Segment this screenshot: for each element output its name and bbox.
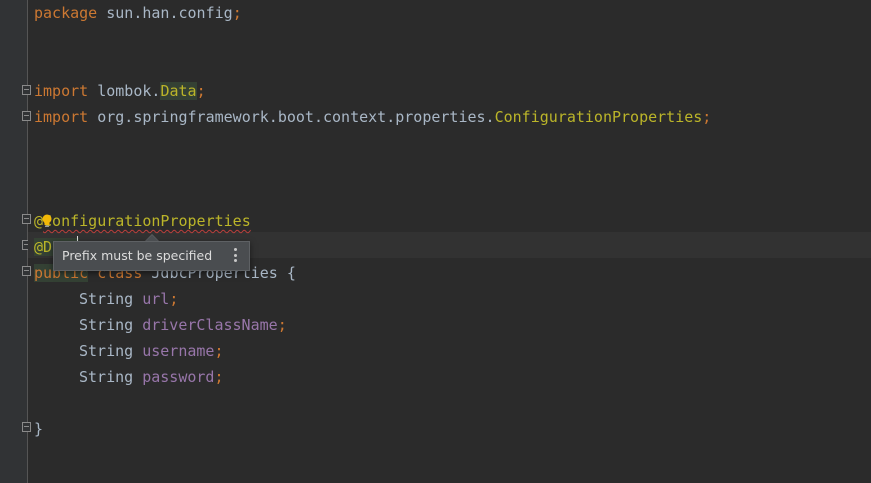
more-vertical-icon[interactable]: [230, 247, 240, 263]
tooltip-arrow-fill: [146, 235, 158, 241]
fold-marker-icon[interactable]: [22, 111, 31, 121]
lightbulb-icon[interactable]: [41, 214, 53, 228]
code-line-package[interactable]: package sun.han.config;: [34, 0, 242, 26]
fold-marker-icon[interactable]: [22, 422, 31, 432]
code-line-import-config[interactable]: import org.springframework.boot.context.…: [34, 104, 711, 130]
code-line-field-driver[interactable]: String driverClassName;: [79, 312, 287, 338]
code-line-annotation-config[interactable]: @ConfigurationProperties: [34, 208, 251, 234]
tooltip-message: Prefix must be specified: [62, 248, 213, 263]
code-line-import-lombok[interactable]: import lombok.Data;: [34, 78, 206, 104]
fold-marker-icon[interactable]: [22, 214, 31, 224]
code-line-field-username[interactable]: String username;: [79, 338, 224, 364]
code-line-field-url[interactable]: String url;: [79, 286, 178, 312]
code-line-close-brace[interactable]: }: [34, 416, 43, 442]
fold-marker-icon[interactable]: [22, 85, 31, 95]
fold-marker-icon[interactable]: [22, 266, 31, 276]
code-line-field-password[interactable]: String password;: [79, 364, 224, 390]
error-tooltip: Prefix must be specified: [53, 241, 250, 271]
